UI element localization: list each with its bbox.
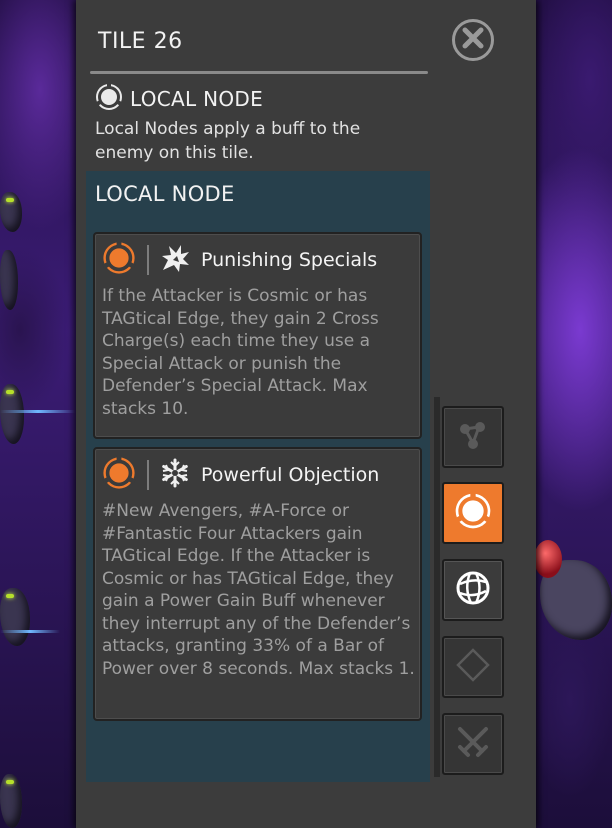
asteroid [0,774,22,828]
section-title: LOCAL NODE [95,182,235,206]
node-card-powerful-objection[interactable]: Powerful Objection #New Avengers, #A-For… [93,447,422,721]
panel-title: TILE 26 [98,29,183,54]
tab-local-node[interactable] [442,482,504,544]
node-card-punishing-specials[interactable]: Punishing Specials If the Attacker is Co… [93,232,422,439]
local-node-icon [94,82,124,116]
laser-beam [0,630,60,633]
diamond-icon [455,647,491,687]
red-orb [534,540,562,578]
card-header: Powerful Objection [101,455,380,495]
local-node-icon [101,240,137,280]
tab-fight[interactable] [442,713,504,775]
card-title: Punishing Specials [201,249,378,271]
laser-beam [0,410,76,413]
node-type-label: LOCAL NODE [130,87,264,111]
node-type-description: Local Nodes apply a buff to the enemy on… [95,119,361,163]
close-button[interactable] [452,19,494,61]
title-divider [90,71,428,74]
globe-icon [454,569,492,611]
node-type-header: LOCAL NODE [94,82,263,116]
snowflake-icon [159,457,191,493]
card-separator [147,460,149,490]
asteroid [0,192,22,232]
local-node-icon [101,455,137,495]
network-nodes-icon [455,417,491,457]
card-description: #New Avengers, #A-Force or #Fantastic Fo… [102,501,415,679]
card-description: If the Attacker is Cosmic or has TAGtica… [102,286,379,419]
card-title: Powerful Objection [201,464,380,486]
asteroid [0,384,24,444]
tab-tile-info[interactable] [442,636,504,698]
card-separator [147,245,149,275]
burst-icon [159,242,191,278]
asteroid [0,250,18,310]
tab-global-node[interactable] [442,559,504,621]
card-header: Punishing Specials [101,240,378,280]
local-node-icon [453,491,493,535]
tab-node-network[interactable] [442,406,504,468]
sidebar-track [434,397,440,777]
crossed-swords-icon [454,723,492,765]
local-node-section: LOCAL NODE Punishing Specials If the Att… [86,171,430,782]
close-icon [461,26,485,54]
